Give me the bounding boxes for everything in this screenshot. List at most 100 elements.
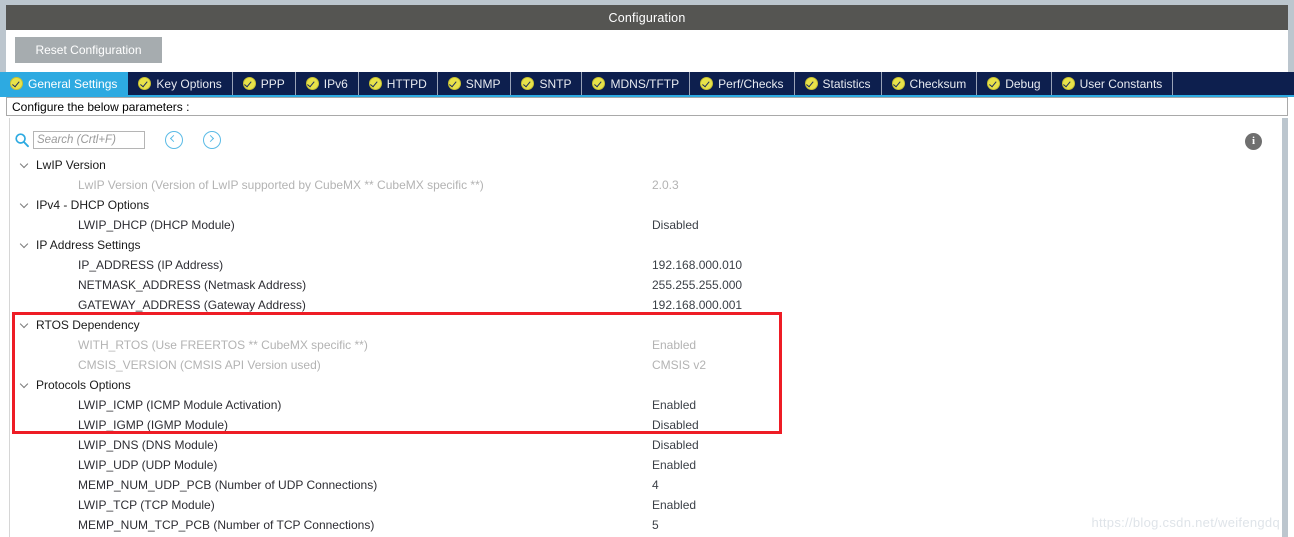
toolbar-left-edge: [0, 30, 6, 72]
parameter-value[interactable]: CMSIS v2: [652, 358, 706, 372]
parameter-value[interactable]: 192.168.000.001: [652, 298, 742, 312]
search-input[interactable]: [33, 131, 145, 149]
tab-ppp[interactable]: PPP: [232, 72, 296, 95]
tab-label: SNMP: [465, 76, 501, 91]
panel-right-border: [1282, 118, 1288, 537]
tab-perf-checks[interactable]: Perf/Checks: [690, 72, 795, 95]
parameter-label: IP_ADDRESS (IP Address): [78, 258, 224, 272]
parameter-value[interactable]: Disabled: [652, 218, 699, 232]
tree-item-row[interactable]: LWIP_TCP (TCP Module) Enabled: [12, 495, 1277, 515]
parameter-value[interactable]: Disabled: [652, 438, 699, 452]
tree-item-row[interactable]: NETMASK_ADDRESS (Netmask Address) 255.255…: [12, 275, 1277, 295]
parameter-label: NETMASK_ADDRESS (Netmask Address): [78, 278, 307, 292]
parameter-value[interactable]: Disabled: [652, 418, 699, 432]
info-icon[interactable]: i: [1245, 133, 1262, 150]
tab-label: Debug: [1005, 76, 1041, 91]
tab-label: IPv6: [323, 76, 348, 91]
tab-label: SNTP: [539, 76, 572, 91]
tree-item-row[interactable]: LWIP_UDP (UDP Module) Enabled: [12, 455, 1277, 475]
tree-item-row[interactable]: LWIP_DNS (DNS Module) Disabled: [12, 435, 1277, 455]
tree-item-row[interactable]: LWIP_ICMP (ICMP Module Activation) Enable…: [12, 395, 1277, 415]
chevron-down-icon[interactable]: [20, 380, 30, 390]
parameter-label: LWIP_DHCP (DHCP Module): [78, 218, 235, 232]
parameter-value[interactable]: 255.255.255.000: [652, 278, 742, 292]
parameters-panel: i LwIP Version LwIP Version (Version of L…: [6, 118, 1288, 537]
tree-group-row[interactable]: Protocols Options: [12, 375, 1277, 395]
tree-item-row[interactable]: IP_ADDRESS (IP Address) 192.168.000.010: [12, 255, 1277, 275]
parameter-label: MEMP_NUM_UDP_PCB (Number of UDP Connecti…: [78, 478, 378, 492]
tree-item-row[interactable]: MEMP_NUM_TCP_PCB (Number of TCP Connecti…: [12, 515, 1277, 535]
parameter-label: RTOS Dependency: [36, 318, 140, 332]
parameter-value[interactable]: 4: [652, 478, 659, 492]
parameter-label: MEMP_NUM_TCP_PCB (Number of TCP Connecti…: [78, 518, 375, 532]
check-circle-icon: [700, 77, 714, 90]
tree-group-row[interactable]: LwIP Version: [12, 155, 1277, 175]
reset-configuration-button[interactable]: Reset Configuration: [15, 37, 162, 63]
parameter-value[interactable]: Enabled: [652, 338, 696, 352]
chevron-down-icon[interactable]: [20, 160, 30, 170]
tree-item-row[interactable]: WITH_RTOS (Use FREERTOS ** CubeMX specif…: [12, 335, 1277, 355]
tree-group-row[interactable]: RTOS Dependency: [12, 315, 1277, 335]
parameter-label: WITH_RTOS (Use FREERTOS ** CubeMX specif…: [78, 338, 368, 352]
parameter-value[interactable]: 192.168.000.010: [652, 258, 742, 272]
parameter-value[interactable]: Enabled: [652, 458, 696, 472]
tree-item-row[interactable]: CMSIS_VERSION (CMSIS API Version used) CM…: [12, 355, 1277, 375]
tree-group-row[interactable]: IPv4 - DHCP Options: [12, 195, 1277, 215]
tree-item-row[interactable]: GATEWAY_ADDRESS (Gateway Address) 192.168…: [12, 295, 1277, 315]
check-circle-icon: [138, 77, 152, 90]
search-prev-icon[interactable]: [165, 131, 183, 149]
parameter-value[interactable]: Enabled: [652, 498, 696, 512]
parameter-value[interactable]: 5: [652, 518, 659, 532]
check-circle-icon: [242, 77, 256, 90]
tab-strip: General Settings Key Options PPP IPv6 HTTPD S…: [0, 72, 1294, 95]
tree-item-row[interactable]: LWIP_IGMP (IGMP Module) Disabled: [12, 415, 1277, 435]
check-circle-icon: [987, 77, 1001, 90]
tab-ipv6[interactable]: IPv6: [295, 72, 359, 95]
check-circle-icon: [447, 77, 461, 90]
tab-label: PPP: [260, 76, 285, 91]
configure-parameters-text: Configure the below parameters :: [12, 99, 190, 114]
tab-httpd[interactable]: HTTPD: [358, 72, 438, 95]
tree-item-row[interactable]: LWIP_DHCP (DHCP Module) Disabled: [12, 215, 1277, 235]
window-titlebar: Configuration: [6, 5, 1288, 30]
tab-key-options[interactable]: Key Options: [128, 72, 233, 95]
parameter-label: Protocols Options: [36, 378, 131, 392]
parameter-label: LWIP_TCP (TCP Module): [78, 498, 215, 512]
panel-left-border: [9, 118, 10, 537]
tab-label: Checksum: [909, 76, 967, 91]
tab-checksum[interactable]: Checksum: [881, 72, 978, 95]
check-circle-icon: [592, 77, 606, 90]
configuration-window: Configuration Reset Configuration Genera…: [0, 0, 1294, 537]
tab-label: User Constants: [1079, 76, 1163, 91]
tab-label: General Settings: [28, 76, 118, 91]
chevron-down-icon[interactable]: [20, 240, 30, 250]
tab-statistics[interactable]: Statistics: [794, 72, 882, 95]
tab-label: Perf/Checks: [718, 76, 784, 91]
tab-label: Statistics: [822, 76, 871, 91]
parameter-label: GATEWAY_ADDRESS (Gateway Address): [78, 298, 306, 312]
tab-snmp[interactable]: SNMP: [437, 72, 512, 95]
toolbar-right-edge: [1288, 30, 1294, 72]
search-next-icon[interactable]: [203, 131, 221, 149]
toolbar: Reset Configuration: [0, 30, 1294, 72]
parameter-value[interactable]: Enabled: [652, 398, 696, 412]
tab-label: Key Options: [156, 76, 222, 91]
tree-item-row[interactable]: MEMP_NUM_UDP_PCB (Number of UDP Connecti…: [12, 475, 1277, 495]
tab-mdns-tftp[interactable]: MDNS/TFTP: [582, 72, 691, 95]
check-circle-icon: [1061, 77, 1075, 90]
parameter-label: LWIP_ICMP (ICMP Module Activation): [78, 398, 282, 412]
tab-user-constants[interactable]: User Constants: [1051, 72, 1174, 95]
window-title: Configuration: [608, 10, 686, 25]
chevron-down-icon[interactable]: [20, 200, 30, 210]
tab-label: HTTPD: [386, 76, 427, 91]
tree-item-row[interactable]: LwIP Version (Version of LwIP supported …: [12, 175, 1277, 195]
parameter-value[interactable]: 2.0.3: [652, 178, 679, 192]
tab-debug[interactable]: Debug: [977, 72, 1052, 95]
check-circle-icon: [305, 77, 319, 90]
search-icon: [14, 132, 30, 148]
tab-label: MDNS/TFTP: [610, 76, 680, 91]
tab-sntp[interactable]: SNTP: [511, 72, 583, 95]
chevron-down-icon[interactable]: [20, 320, 30, 330]
tab-general-settings[interactable]: General Settings: [0, 72, 129, 95]
tree-group-row[interactable]: IP Address Settings: [12, 235, 1277, 255]
